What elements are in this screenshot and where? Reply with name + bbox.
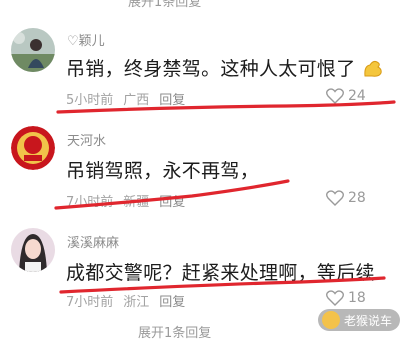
comment-item: ♡颖儿 吊销，终身禁驾。这种人太可恨了 5小时前 广西 回复 24 — [0, 20, 406, 116]
expand-replies-label[interactable]: 展开1条回复 — [128, 0, 201, 10]
comment-item: 溪溪麻麻 成都交警呢？赶紧来处理啊，等后续 7小时前 浙江 回复 18 — [0, 222, 406, 318]
reply-button[interactable]: 回复 — [159, 295, 185, 310]
like-button[interactable]: 28 — [326, 190, 366, 206]
comment-text: 吊销，终身禁驾。这种人太可恨了 — [66, 54, 384, 83]
collapsed-replies-fragment-top[interactable]: 展开1条回复 — [0, 0, 406, 10]
username[interactable]: ♡颖儿 — [67, 30, 105, 49]
comment-location: 浙江 — [123, 295, 150, 310]
expand-replies-label[interactable]: 展开1条回复 — [138, 322, 211, 341]
avatar[interactable] — [11, 126, 55, 170]
red-underline-annotation — [59, 276, 386, 294]
comment-time: 7小时前 — [66, 295, 114, 310]
red-underline-annotation — [56, 100, 396, 114]
flexed-arm-emoji-icon — [362, 58, 384, 83]
heart-icon — [326, 190, 344, 206]
watermark-logo-icon — [321, 311, 340, 329]
like-count: 28 — [348, 190, 366, 206]
username[interactable]: 溪溪麻麻 — [67, 232, 119, 251]
comment-item: 天河水 吊销驾照，永不再驾， 7小时前 新疆 回复 28 — [0, 120, 406, 216]
watermark: 老猴说车 — [317, 309, 400, 331]
avatar[interactable] — [11, 28, 55, 72]
username[interactable]: 天河水 — [67, 130, 106, 149]
watermark-text: 老猴说车 — [343, 313, 392, 328]
avatar[interactable] — [11, 228, 55, 272]
red-underline-annotation — [54, 179, 290, 210]
